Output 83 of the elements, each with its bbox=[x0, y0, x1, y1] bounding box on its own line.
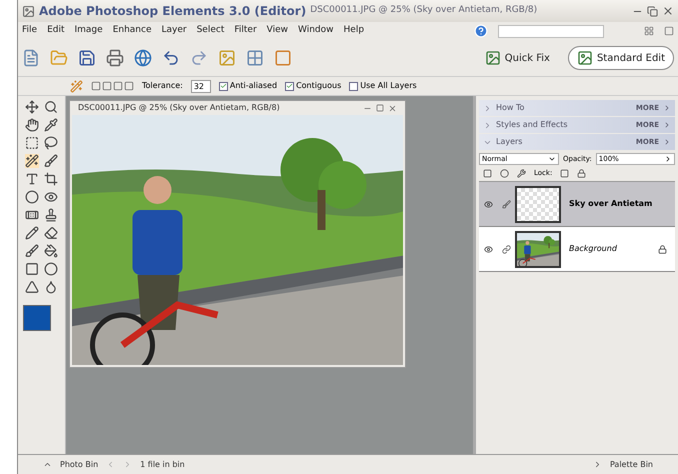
ellipse-icon[interactable] bbox=[44, 262, 58, 276]
palette-bin-label[interactable]: Palette Bin bbox=[610, 458, 653, 470]
zoom-icon[interactable] bbox=[44, 100, 58, 114]
eyedropper-icon[interactable] bbox=[44, 118, 58, 132]
lock-transparency-icon[interactable] bbox=[560, 168, 570, 178]
globe-icon[interactable] bbox=[134, 49, 152, 67]
menu-item[interactable]: Edit bbox=[47, 24, 64, 38]
brush-icon[interactable] bbox=[502, 200, 510, 208]
pencil-icon[interactable] bbox=[25, 226, 39, 240]
layer-name: Sky over Antietam bbox=[569, 198, 654, 210]
layer-row[interactable]: Sky over Antietam bbox=[479, 182, 675, 227]
new-layer-icon[interactable] bbox=[483, 168, 492, 178]
grid-icon[interactable] bbox=[246, 49, 264, 67]
menu-item[interactable]: Select bbox=[196, 24, 224, 38]
visibility-icon[interactable] bbox=[484, 200, 492, 208]
restore-icon[interactable] bbox=[647, 6, 658, 16]
new-file-icon[interactable] bbox=[22, 49, 40, 67]
move-icon[interactable] bbox=[25, 100, 39, 114]
photo-icon bbox=[484, 50, 501, 66]
palette-title: How To bbox=[496, 102, 526, 114]
eject-icon[interactable] bbox=[43, 460, 52, 469]
paint-bucket-icon[interactable] bbox=[44, 244, 58, 258]
layer-thumbnail bbox=[515, 186, 561, 222]
menu-item[interactable]: Window bbox=[298, 24, 334, 38]
undo-icon[interactable] bbox=[162, 49, 180, 67]
tolerance-label: Tolerance: bbox=[142, 80, 183, 92]
crop-icon[interactable] bbox=[44, 172, 58, 186]
checkbox-label: Anti-aliased bbox=[230, 80, 278, 92]
triangle-icon[interactable] bbox=[25, 280, 39, 294]
menu-item[interactable]: Filter bbox=[234, 24, 257, 38]
eraser-icon[interactable] bbox=[44, 226, 58, 240]
menu-item[interactable]: Layer bbox=[162, 24, 187, 38]
palette-title: Styles and Effects bbox=[496, 119, 569, 131]
checkbox[interactable] bbox=[285, 82, 294, 90]
shape-icon[interactable] bbox=[25, 190, 39, 204]
file-count: 1 file in bin bbox=[140, 458, 185, 470]
marquee-icon[interactable] bbox=[25, 136, 39, 150]
window-title: Adobe Photoshop Elements 3.0 (Editor) bbox=[39, 3, 306, 20]
stamp-icon[interactable] bbox=[44, 208, 58, 222]
checkbox[interactable] bbox=[349, 82, 358, 90]
lasso-icon[interactable] bbox=[44, 136, 58, 150]
lock-icon[interactable] bbox=[577, 168, 586, 178]
paintbrush-icon[interactable] bbox=[25, 244, 39, 258]
mode-button[interactable]: Standard Edit bbox=[568, 46, 674, 70]
magic-wand-icon[interactable] bbox=[25, 154, 39, 168]
bandage-icon[interactable] bbox=[25, 208, 39, 222]
mode-button[interactable]: Quick Fix bbox=[476, 46, 558, 70]
photo-bin-label[interactable]: Photo Bin bbox=[60, 458, 98, 470]
eye-icon[interactable] bbox=[44, 190, 58, 204]
checkbox-label: Contiguous bbox=[296, 80, 342, 92]
close-icon[interactable] bbox=[388, 104, 397, 112]
printer-icon[interactable] bbox=[106, 49, 124, 67]
hand-icon[interactable] bbox=[25, 118, 39, 132]
photo-icon bbox=[576, 50, 593, 66]
help-icon[interactable] bbox=[474, 24, 488, 38]
layer-name: Background bbox=[569, 243, 618, 255]
type-icon[interactable] bbox=[25, 172, 39, 186]
menu-item[interactable]: Image bbox=[74, 24, 103, 38]
document-title: DSC00011.JPG @ 25% (Sky over Antietam, RGB/8) bbox=[78, 102, 281, 114]
checkbox-label: Use All Layers bbox=[360, 80, 417, 92]
palette-title: Layers bbox=[496, 136, 524, 148]
menu-item[interactable]: File bbox=[22, 24, 38, 38]
maximize-icon[interactable] bbox=[376, 104, 384, 112]
link-icon[interactable] bbox=[502, 244, 510, 254]
window-icon[interactable] bbox=[664, 26, 674, 36]
menu-item[interactable]: Help bbox=[344, 24, 364, 38]
grid-icon[interactable] bbox=[644, 26, 654, 36]
brush-icon[interactable] bbox=[44, 154, 58, 168]
menu-item[interactable]: Enhance bbox=[112, 24, 152, 38]
foreground-color-swatch[interactable] bbox=[23, 305, 51, 331]
menu-item[interactable]: View bbox=[266, 24, 288, 38]
checkbox[interactable] bbox=[218, 82, 228, 90]
document-title: DSC00011.JPG @ 25% (Sky over Antietam, RGB/8) bbox=[310, 4, 538, 18]
visibility-icon[interactable] bbox=[484, 244, 492, 254]
save-icon[interactable] bbox=[78, 49, 96, 67]
frame-icon[interactable] bbox=[274, 49, 292, 67]
lock-icon bbox=[658, 244, 667, 254]
close-icon[interactable] bbox=[662, 5, 674, 17]
search-field[interactable] bbox=[498, 24, 604, 38]
app-icon bbox=[22, 4, 35, 18]
tolerance-field[interactable]: 32 bbox=[190, 80, 211, 92]
adjustment-layer-icon[interactable] bbox=[500, 168, 509, 178]
drop-icon[interactable] bbox=[44, 280, 58, 294]
